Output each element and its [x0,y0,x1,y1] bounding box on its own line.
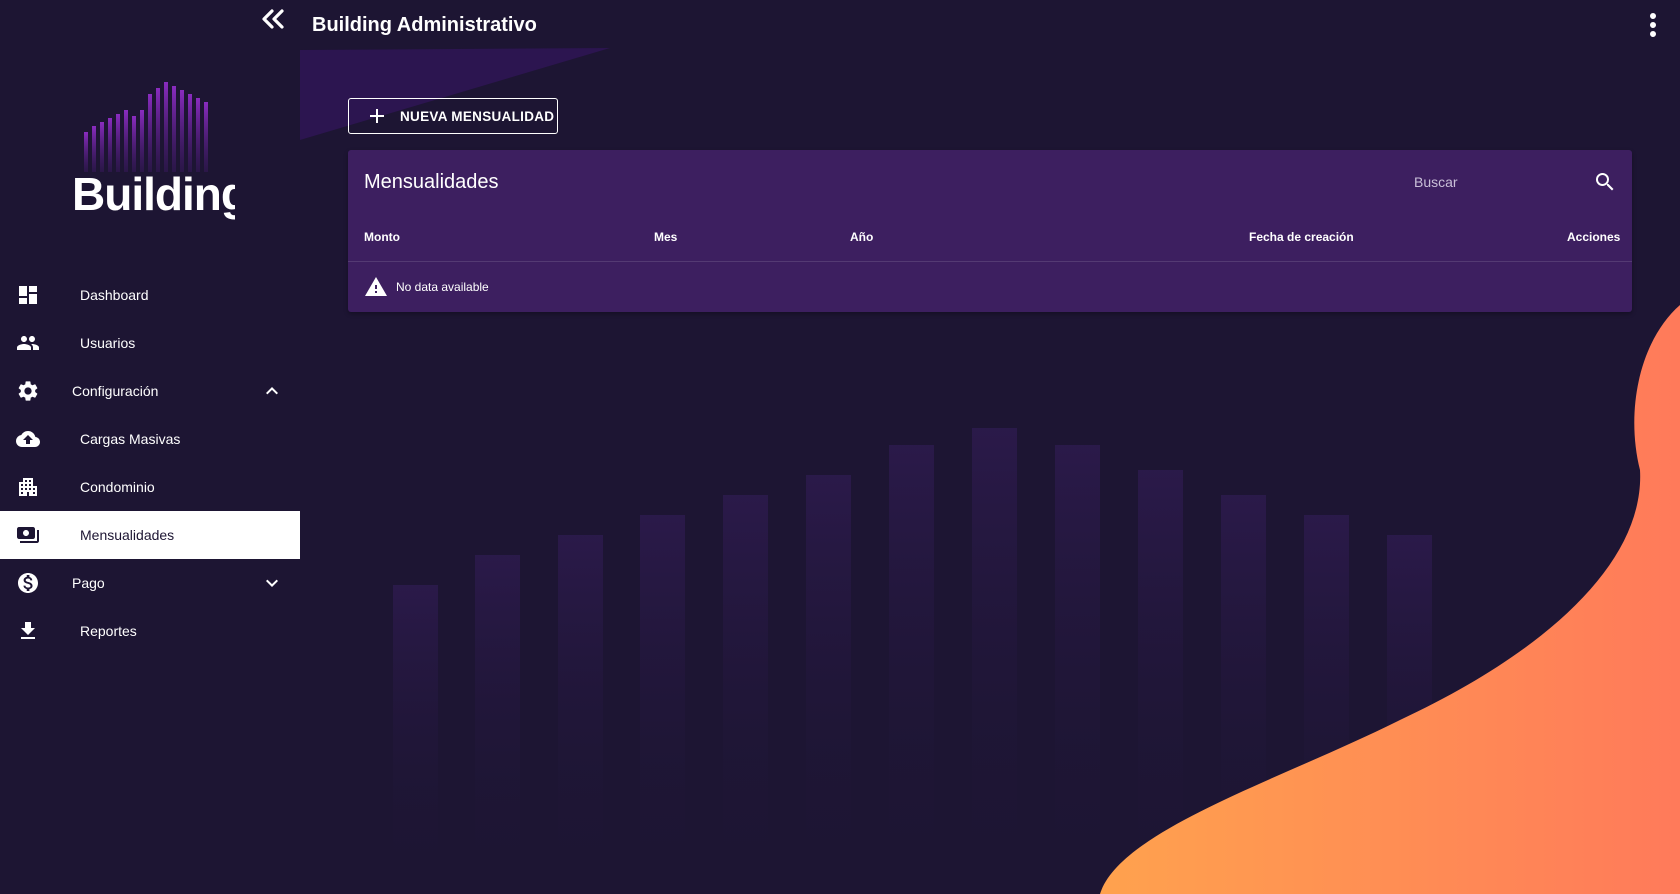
warning-icon [365,277,387,296]
new-mensualidad-label: NUEVA MENSUALIDAD [400,109,555,124]
new-mensualidad-button[interactable]: NUEVA MENSUALIDAD [348,98,558,134]
search-icon[interactable] [1593,170,1617,194]
collapse-sidebar-button[interactable] [258,6,288,32]
empty-state-text: No data available [396,280,489,294]
background-decoration [300,48,1680,894]
logo-text: Building [72,168,235,220]
column-header-mes[interactable]: Mes [654,230,677,244]
sidebar-item-pago[interactable]: Pago [0,559,300,607]
building-icon [19,478,37,496]
table-title: Mensualidades [364,171,499,193]
download-icon [21,622,35,639]
main-content: Building Administrativo NUEVA MENSUALIDA… [300,0,1680,894]
table-empty-row: No data available [348,262,1632,312]
logo: Building [70,82,249,222]
column-header-fecha-creacion[interactable]: Fecha de creación [1249,230,1354,244]
sidebar-nav: Dashboard Usuarios Configuración Cargas … [0,271,300,655]
sidebar-item-label: Condominio [80,479,155,495]
column-header-monto[interactable]: Monto [364,230,400,244]
sidebar-item-label: Mensualidades [80,527,175,543]
cloud-upload-icon [16,431,40,447]
more-vert-icon [1650,13,1656,37]
sidebar-item-usuarios[interactable]: Usuarios [0,319,300,367]
column-header-ano[interactable]: Año [850,230,873,244]
chevron-down-icon [266,579,278,587]
sidebar-item-label: Reportes [80,623,137,639]
sidebar-item-label: Cargas Masivas [80,431,181,447]
plus-icon [370,109,384,123]
sidebar: Building Dashboard Usuarios Configuració… [0,0,300,894]
sidebar-item-dashboard[interactable]: Dashboard [0,271,300,319]
sidebar-item-condominio[interactable]: Condominio [0,463,300,511]
sidebar-item-label: Configuración [72,383,159,399]
dashboard-icon [19,286,37,304]
dollar-icon [18,573,38,593]
gear-icon [18,381,38,401]
more-options-button[interactable] [1646,12,1660,38]
sidebar-item-label: Usuarios [80,335,136,351]
column-header-acciones: Acciones [1567,230,1621,244]
chevron-up-icon [266,387,278,395]
page-title: Building Administrativo [312,14,537,36]
users-icon [17,336,39,350]
sidebar-item-label: Dashboard [80,287,149,303]
sidebar-item-mensualidades[interactable]: Mensualidades [0,511,300,559]
double-chevron-left-icon [262,9,284,29]
sidebar-item-cargas-masivas[interactable]: Cargas Masivas [0,415,300,463]
sidebar-item-label: Pago [72,575,105,591]
mensualidades-table-card: Mensualidades Monto Mes Año Fecha de cre… [348,150,1632,312]
search-input[interactable] [1412,168,1586,196]
payments-icon [17,527,39,543]
sidebar-item-reportes[interactable]: Reportes [0,607,300,655]
sidebar-item-configuracion[interactable]: Configuración [0,367,300,415]
